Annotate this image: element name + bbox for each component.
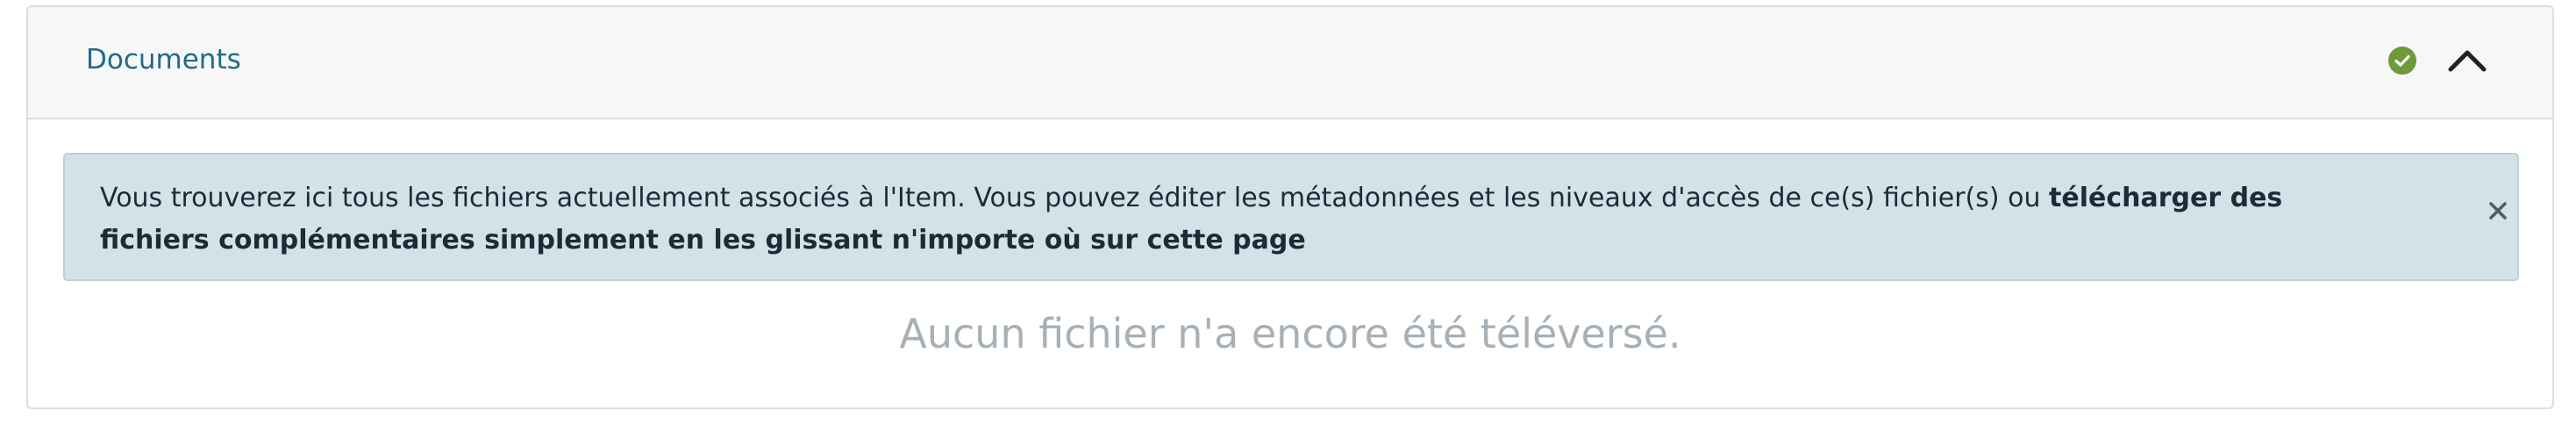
panel-title[interactable]: Documents	[86, 43, 241, 76]
info-alert: Vous trouverez ici tous les fichiers act…	[63, 153, 2519, 281]
panel-header[interactable]: Documents	[28, 7, 2552, 119]
documents-panel: Documents Vous trouverez ici tous les fi…	[26, 5, 2554, 409]
alert-message: Vous trouverez ici tous les fichiers act…	[100, 177, 2345, 262]
alert-text-prefix: Vous trouverez ici tous les fichiers act…	[100, 183, 2050, 213]
empty-files-message: Aucun fichier n'a encore été téléversé.	[899, 310, 1681, 357]
chevron-up-icon[interactable]	[2445, 42, 2489, 77]
check-circle-icon	[2388, 47, 2416, 75]
close-icon[interactable]	[2481, 194, 2515, 227]
